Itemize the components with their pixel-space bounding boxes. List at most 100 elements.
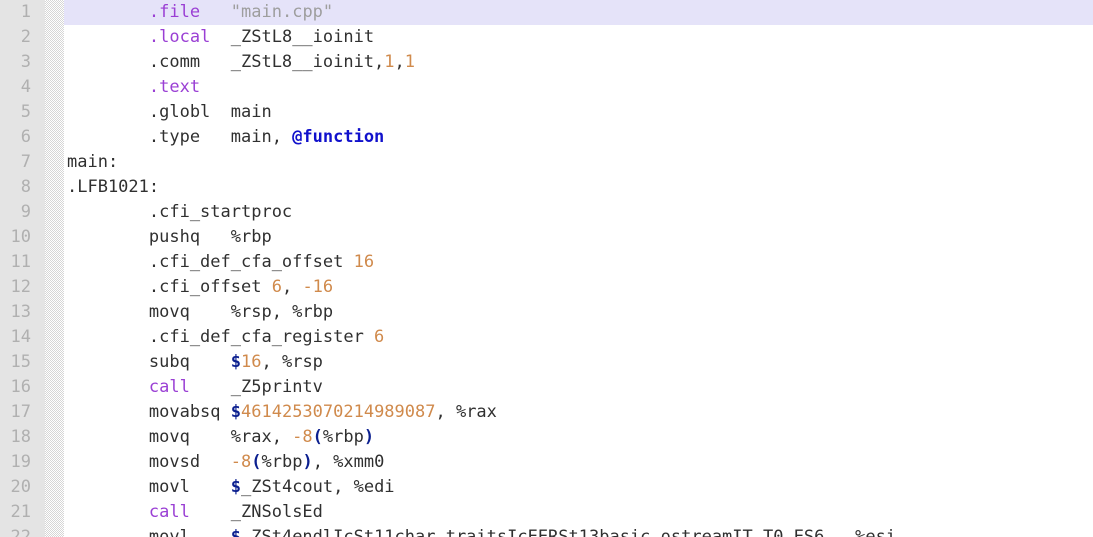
token-plain: movl [67,477,231,497]
code-line[interactable]: movq %rsp, %rbp [64,300,1093,325]
token-keyword: call [148,377,190,397]
token-plain: , %rsp [261,352,323,372]
token-number: 6 [374,327,385,347]
token-keyword: call [148,502,190,522]
token-directive: .text [148,77,201,97]
code-line[interactable]: pushq %rbp [64,225,1093,250]
token-number: -8 [292,427,313,447]
line-number: 17 [10,402,31,422]
token-plain: movl [67,527,231,537]
code-editor[interactable]: 1 2 3 4 5 6 7 8 9 10 11 12 13 14 15 16 17 18 19 20 21 22 .fil… [0,0,1093,537]
token-number: 6 [271,277,282,297]
line-number: 19 [10,452,31,472]
token-paren: ) [302,452,313,472]
token-plain: %rbp [322,427,364,447]
token-dollar: $ [230,352,242,372]
code-line[interactable]: .cfi_startproc [64,200,1093,225]
token-paren: ( [251,452,262,472]
token-plain: _ZNSolsEd [189,502,323,522]
code-line[interactable]: movabsq $4614253070214989087, %rax [64,400,1093,425]
gutter-separator-strip [45,0,64,537]
code-line-current[interactable]: .file "main.cpp" [64,0,1093,25]
token-plain: .type main, [67,127,293,147]
token-dollar: $ [230,527,242,537]
line-number: 14 [10,327,31,347]
line-number: 4 [20,77,31,97]
token-plain: .cfi_def_cfa_offset [67,252,354,272]
code-line[interactable]: subq $16, %rsp [64,350,1093,375]
token-plain: %rbp [261,452,303,472]
code-content-area[interactable]: .file "main.cpp" .local _ZStL8__ioinit .… [64,0,1093,537]
line-number: 22 [10,527,31,537]
code-line[interactable]: .local _ZStL8__ioinit [64,25,1093,50]
token-plain: .cfi_startproc [67,202,293,222]
token-plain: , %xmm0 [312,452,385,472]
token-dollar: $ [230,402,242,422]
code-line[interactable]: .cfi_def_cfa_register 6 [64,325,1093,350]
line-number: 10 [10,227,31,247]
line-number: 8 [20,177,31,197]
code-line[interactable]: .text [64,75,1093,100]
code-line[interactable]: .cfi_offset 6, -16 [64,275,1093,300]
line-number: 20 [10,477,31,497]
line-number: 3 [20,52,31,72]
code-line[interactable]: movl $_ZSt4cout, %edi [64,475,1093,500]
code-line[interactable]: .comm _ZStL8__ioinit,1,1 [64,50,1093,75]
line-number: 18 [10,427,31,447]
code-line[interactable]: .cfi_def_cfa_offset 16 [64,250,1093,275]
token-plain: _ZSt4endlIcSt11char_traitsIcEERSt13basic… [241,527,897,537]
token-dollar: $ [230,477,242,497]
token-plain: .cfi_def_cfa_register [67,327,375,347]
line-number: 5 [20,102,31,122]
token-plain: _Z5printv [189,377,323,397]
line-number: 2 [20,27,31,47]
code-line[interactable]: .globl main [64,100,1093,125]
token-plain: .globl main [67,102,272,122]
token-plain: movsd [67,452,231,472]
token-plain: .comm _ZStL8__ioinit, [67,52,385,72]
line-number: 16 [10,377,31,397]
token-number: 16 [241,352,262,372]
token-directive: .local [148,27,211,47]
code-line[interactable]: movsd -8(%rbp), %xmm0 [64,450,1093,475]
token-paren: ( [312,427,323,447]
token-plain: , [394,52,405,72]
code-line[interactable]: call _Z5printv [64,375,1093,400]
token-type: @function [292,127,385,147]
token-plain: _ZSt4cout, %edi [241,477,395,497]
token-plain: .cfi_offset [67,277,272,297]
token-number: 1 [384,52,395,72]
line-number: 9 [20,202,31,222]
token-number: 1 [404,52,416,72]
line-number: 7 [20,152,31,172]
token-number: 16 [353,252,375,272]
token-plain: pushq %rbp [67,227,272,247]
token-number: 4614253070214989087 [241,402,436,422]
token-string: "main.cpp" [230,2,334,22]
token-directive: .file [148,2,201,22]
code-line[interactable]: call _ZNSolsEd [64,500,1093,525]
code-line[interactable]: movq %rax, -8(%rbp) [64,425,1093,450]
line-number: 11 [10,252,31,272]
code-line[interactable]: .LFB1021: [64,175,1093,200]
token-plain: movq %rax, [67,427,293,447]
code-line[interactable]: movl $_ZSt4endlIcSt11char_traitsIcEERSt1… [64,525,1093,537]
line-number-gutter: 1 2 3 4 5 6 7 8 9 10 11 12 13 14 15 16 17 18 19 20 21 22 [0,0,45,537]
line-number: 6 [20,127,31,147]
token-plain: , %rax [435,402,497,422]
line-number: 21 [10,502,31,522]
token-label: .LFB1021: [67,177,160,197]
token-plain: subq [67,352,231,372]
token-number: -16 [302,277,334,297]
code-line[interactable]: main: [64,150,1093,175]
line-number: 12 [10,277,31,297]
code-line[interactable]: .type main, @function [64,125,1093,150]
line-number: 13 [10,302,31,322]
line-number: 1 [20,2,31,22]
token-number: -8 [230,452,252,472]
